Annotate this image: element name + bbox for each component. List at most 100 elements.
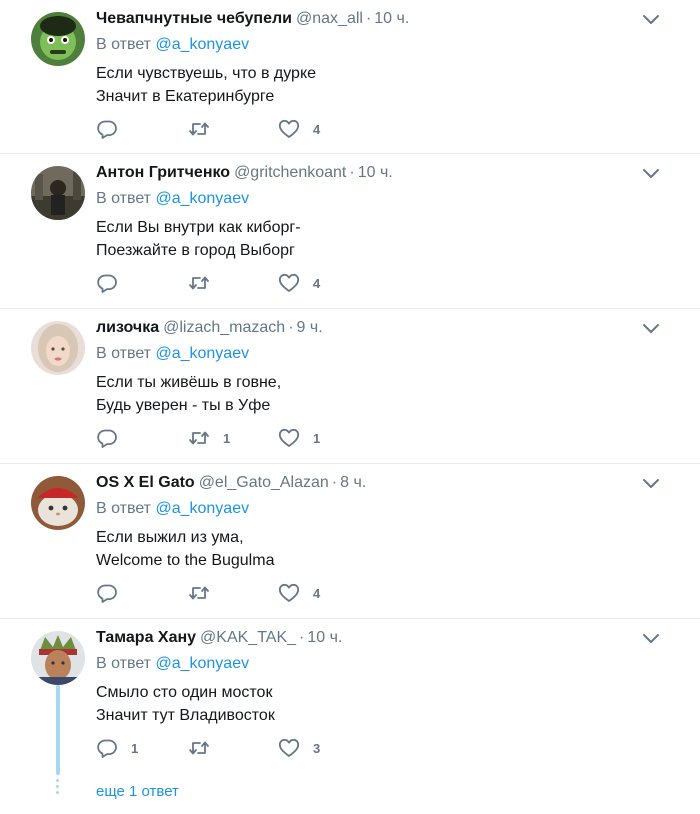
username[interactable]: @gritchenkoant	[234, 164, 346, 181]
replying-to: В ответ @a_konyaev	[96, 500, 249, 518]
mention-link[interactable]: @a_konyaev	[155, 500, 249, 517]
mention-link[interactable]: @a_konyaev	[155, 36, 249, 53]
thread-connector-dots	[56, 779, 60, 797]
reply-count: 1	[131, 740, 139, 756]
reply-icon	[97, 120, 117, 139]
like-icon	[278, 119, 300, 138]
like-button[interactable]: 1	[278, 427, 320, 449]
retweet-button[interactable]	[188, 582, 223, 604]
tweet[interactable]: OS X El Gato @el_Gato_Alazan · 8 ч. В ответ…	[0, 464, 700, 619]
retweet-button[interactable]: 1	[188, 427, 230, 449]
tweet-text: Если Вы внутри как киборг- Поезжайте в г…	[96, 216, 301, 262]
reply-button[interactable]	[96, 427, 131, 449]
tweet-text: Смыло сто один мосток Значит тут Владиво…	[96, 681, 275, 727]
tweet-actions: 4	[96, 118, 496, 140]
display-name[interactable]: лизочка	[96, 319, 159, 336]
timestamp[interactable]: 8 ч.	[340, 474, 366, 491]
show-more-replies-link[interactable]: еще 1 ответ	[96, 783, 179, 800]
separator-dot: ·	[349, 164, 355, 181]
tweet-header: лизочка @lizach_mazach · 9 ч.	[96, 319, 323, 337]
like-count: 1	[313, 430, 321, 446]
tweet-text-line: Значит в Екатеринбурге	[96, 88, 275, 105]
display-name[interactable]: Чевапчнутные чебупели	[96, 10, 292, 27]
like-button[interactable]: 4	[278, 272, 320, 294]
separator-dot: ·	[331, 474, 338, 491]
username[interactable]: @el_Gato_Alazan	[199, 474, 329, 491]
username[interactable]: @lizach_mazach	[163, 319, 285, 336]
retweet-button[interactable]	[188, 272, 223, 294]
retweet-icon	[189, 276, 209, 290]
mention-link[interactable]: @a_konyaev	[155, 190, 249, 207]
like-count: 3	[313, 740, 321, 756]
chevron-down-icon[interactable]	[642, 478, 660, 490]
reply-button[interactable]	[96, 272, 131, 294]
reply-button[interactable]: 1	[96, 737, 138, 759]
retweet-button[interactable]	[188, 737, 223, 759]
chevron-down-icon[interactable]	[642, 14, 660, 26]
timestamp[interactable]: 9 ч.	[297, 319, 323, 336]
replying-to-label: В ответ	[96, 36, 152, 53]
reply-icon	[97, 739, 117, 758]
like-button[interactable]: 3	[278, 737, 320, 759]
display-name[interactable]: Тамара Хану	[96, 629, 196, 646]
tweet[interactable]: Антон Гритченко @gritchenkoant · 10 ч. В от…	[0, 154, 700, 309]
like-count: 4	[313, 275, 321, 291]
replying-to-label: В ответ	[96, 345, 152, 362]
tweet-text: Если ты живёшь в говне, Будь уверен - ты…	[96, 371, 281, 417]
chevron-down-icon[interactable]	[642, 633, 660, 645]
mention-link[interactable]: @a_konyaev	[155, 345, 249, 362]
tweet-actions: 4	[96, 272, 496, 294]
tweet-header: Тамара Хану @KAK_TAK_ · 10 ч.	[96, 629, 342, 647]
display-name[interactable]: Антон Гритченко	[96, 164, 230, 181]
separator-dot: ·	[288, 319, 294, 336]
chevron-down-icon[interactable]	[642, 323, 660, 335]
timestamp[interactable]: 10 ч.	[307, 629, 342, 646]
display-name[interactable]: OS X El Gato	[96, 474, 195, 491]
tweet[interactable]: Чевапчнутные чебупели @nax_all · 10 ч. В от…	[0, 0, 700, 154]
tweet-text-line: Если ты живёшь в говне,	[96, 374, 282, 391]
like-count: 4	[313, 585, 321, 601]
timestamp[interactable]: 10 ч.	[358, 164, 393, 181]
timestamp[interactable]: 10 ч.	[374, 10, 409, 27]
like-button[interactable]: 4	[278, 582, 320, 604]
tweet-text-line: Если выжил из ума,	[96, 529, 244, 546]
tweet-text: Если чувствуешь, что в дурке Значит в Ек…	[96, 62, 316, 108]
tweet-text-line: Если чувствуешь, что в дурке	[96, 65, 317, 82]
reply-icon	[97, 584, 117, 603]
retweet-button[interactable]	[188, 118, 223, 140]
avatar[interactable]	[31, 321, 85, 375]
tweet[interactable]: лизочка @lizach_mazach · 9 ч. В ответ @a_ko…	[0, 309, 700, 464]
like-icon	[278, 583, 300, 602]
username[interactable]: @nax_all	[296, 10, 363, 27]
replying-to-label: В ответ	[96, 655, 152, 672]
tweet-header: Антон Гритченко @gritchenkoant · 10 ч.	[96, 164, 393, 182]
retweet-icon	[189, 586, 209, 600]
retweet-icon	[189, 122, 209, 136]
avatar[interactable]	[31, 631, 85, 685]
reply-button[interactable]	[96, 582, 131, 604]
tweet-actions: 4	[96, 582, 496, 604]
like-count: 4	[313, 121, 321, 137]
replying-to: В ответ @a_konyaev	[96, 190, 249, 208]
username[interactable]: @KAK_TAK_	[200, 629, 296, 646]
reply-button[interactable]	[96, 118, 131, 140]
tweet-header: OS X El Gato @el_Gato_Alazan · 8 ч.	[96, 474, 366, 492]
tweet-actions: 1 1	[96, 427, 496, 449]
tweet-text-line: Поезжайте в город Выборг	[96, 242, 295, 259]
avatar[interactable]	[31, 166, 85, 220]
separator-dot: ·	[299, 629, 305, 646]
mention-link[interactable]: @a_konyaev	[155, 655, 249, 672]
separator-dot: ·	[365, 10, 372, 27]
replying-to: В ответ @a_konyaev	[96, 345, 249, 363]
avatar[interactable]	[31, 12, 85, 66]
like-button[interactable]: 4	[278, 118, 320, 140]
chevron-down-icon[interactable]	[642, 168, 660, 180]
like-icon	[278, 428, 300, 447]
like-icon	[278, 273, 300, 292]
tweet-text-line: Welcome to the Bugulma	[96, 552, 275, 569]
retweet-icon	[189, 431, 209, 445]
tweet-actions: 1 3	[96, 737, 496, 759]
avatar[interactable]	[31, 476, 85, 530]
reply-icon	[97, 429, 117, 448]
thread-connector-line	[56, 685, 60, 775]
